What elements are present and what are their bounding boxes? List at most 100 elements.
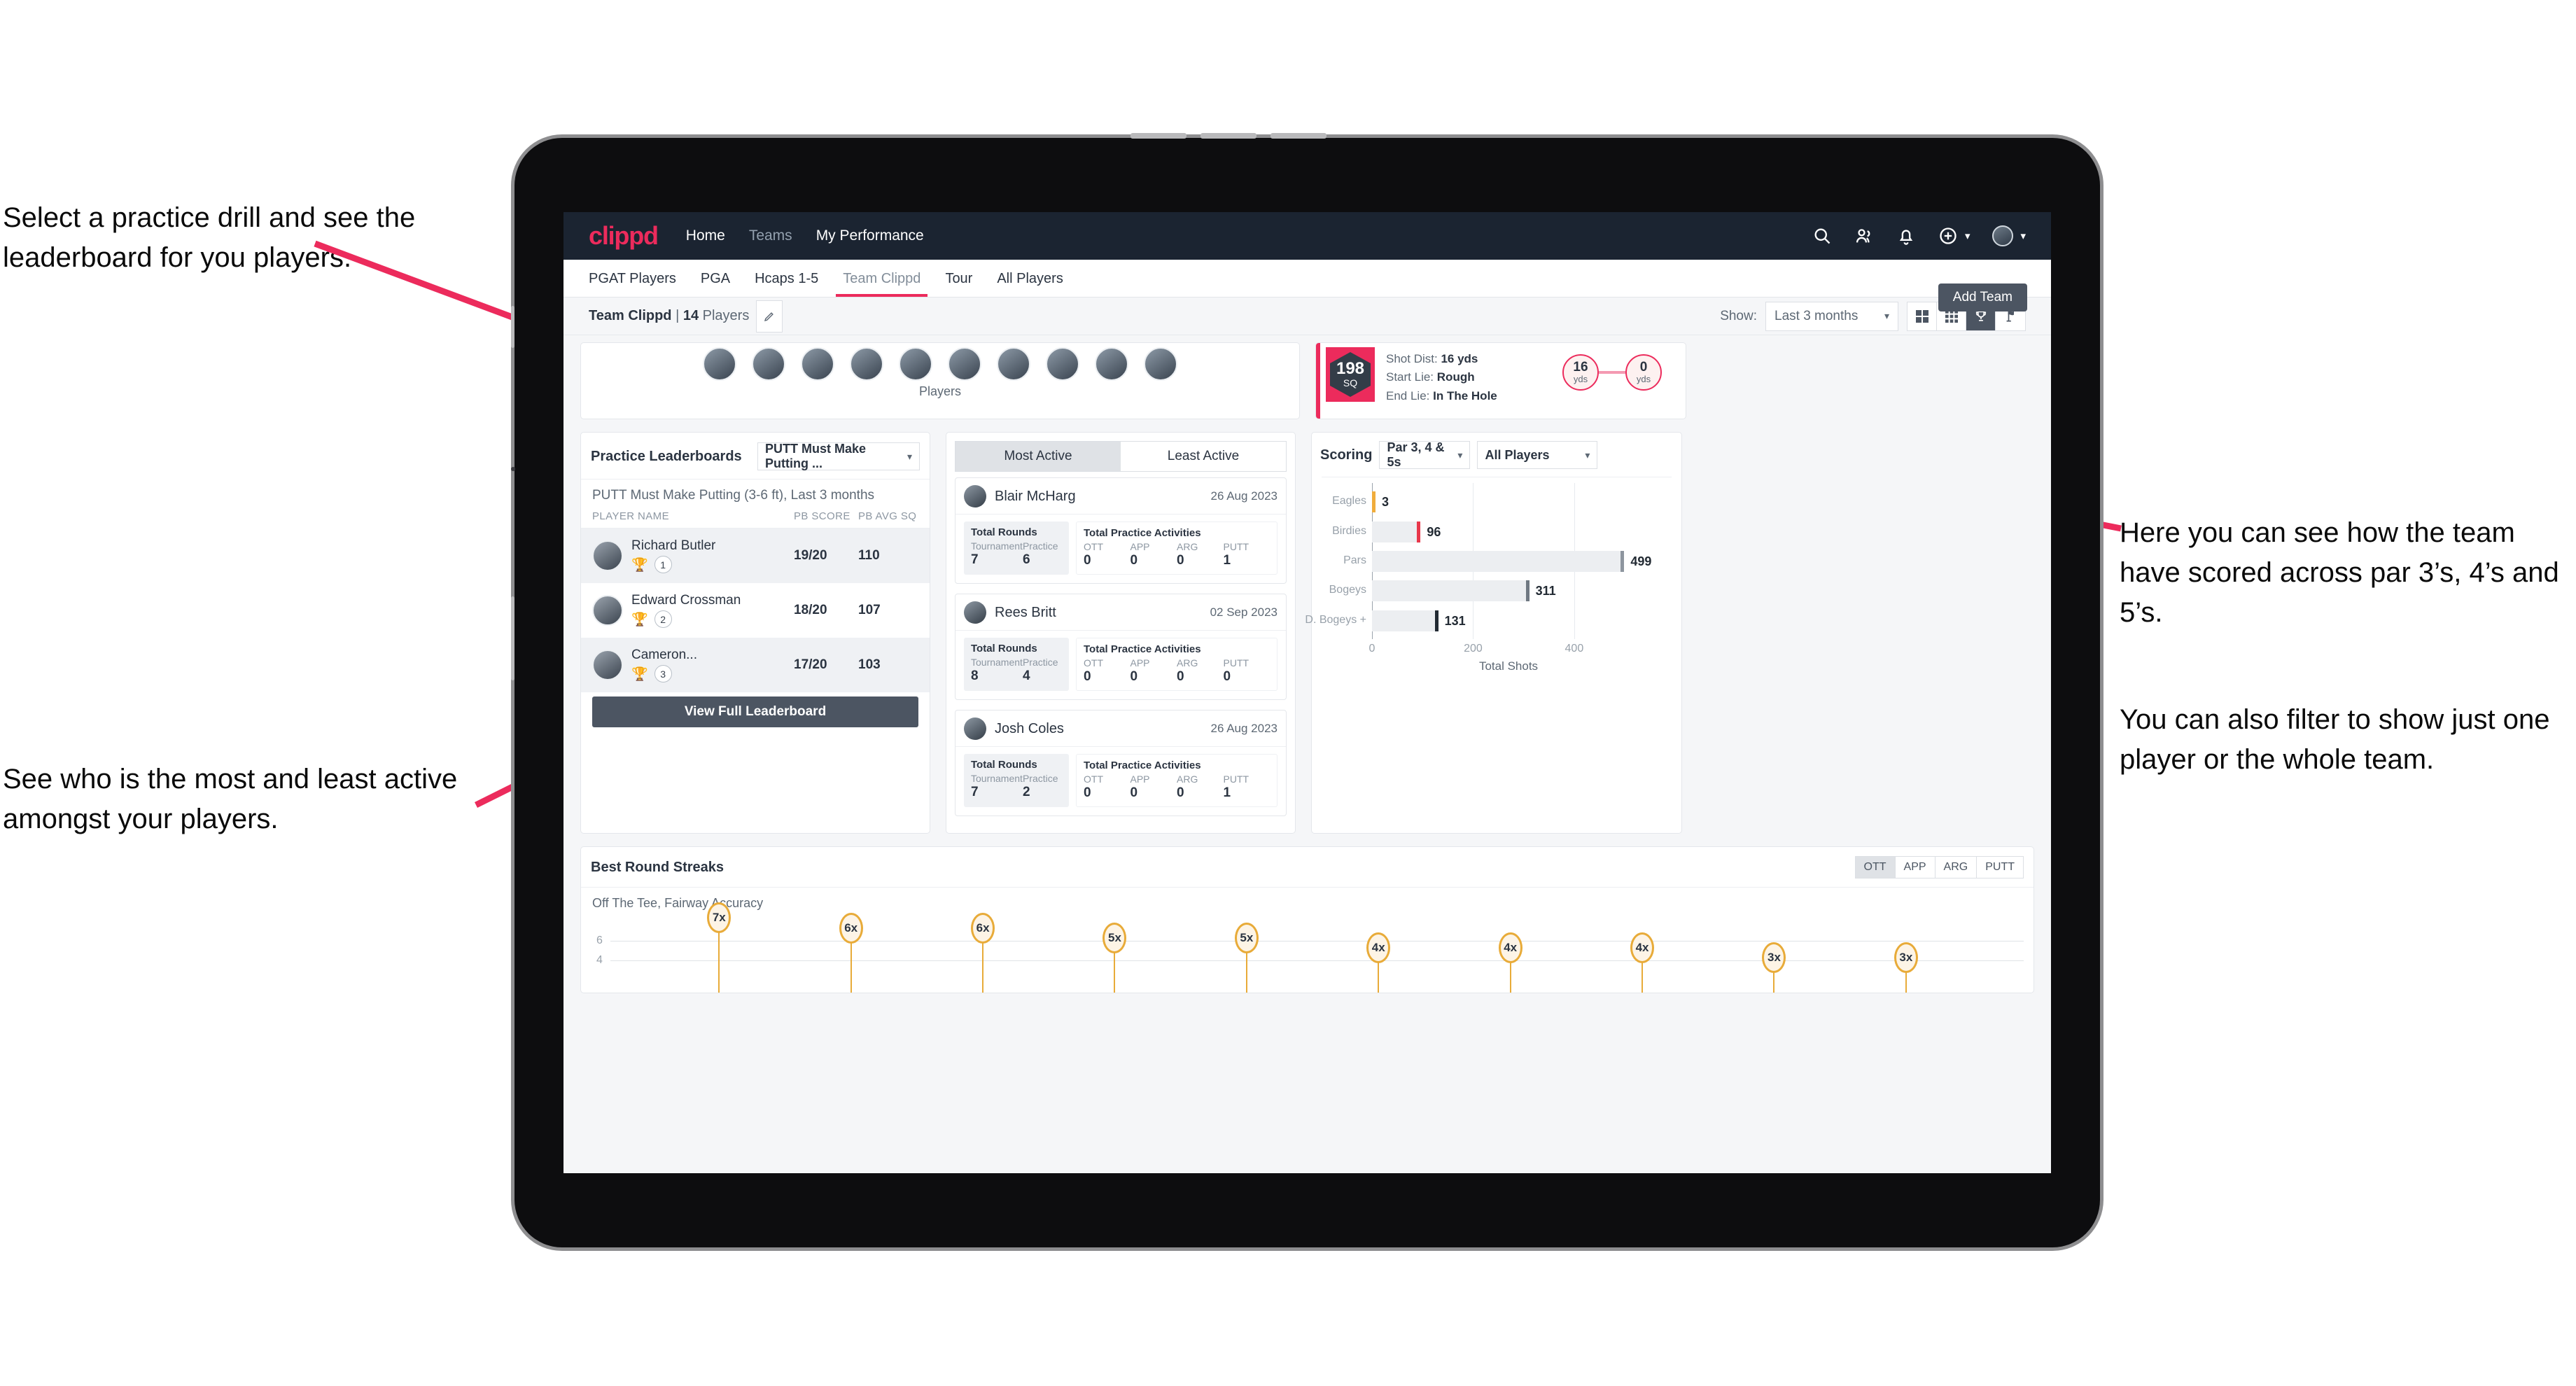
bar-cap	[1417, 521, 1421, 542]
tab-hcaps-1-5[interactable]: Hcaps 1-5	[753, 261, 820, 296]
team-subheader: Team Clippd | 14 Players Show: Last 3 mo…	[564, 298, 2051, 335]
bar-value-label: 96	[1427, 524, 1441, 539]
avatar[interactable]	[1992, 225, 2014, 246]
avatar	[964, 485, 986, 507]
grid-large-icon-button[interactable]	[1907, 302, 1937, 330]
streak-bubble[interactable]: 6x	[839, 912, 863, 944]
tab-most-active[interactable]: Most Active	[955, 442, 1121, 471]
player-header: Josh Coles 26 Aug 2023	[955, 710, 1286, 746]
tab-pgat-players[interactable]: PGAT Players	[587, 261, 678, 296]
device-button-1	[1130, 133, 1186, 139]
start-distance-circle: 16 yds	[1562, 354, 1599, 391]
scoring-bar-chart: 0 200 400 Total Shots Eagles 3 Birdies 96 Pars 49…	[1305, 477, 1672, 673]
scoring-header: Scoring Par 3, 4 & 5s ▾ All Players ▾	[1312, 433, 1681, 477]
edit-team-button[interactable]	[756, 300, 783, 332]
player-name: Rees Britt	[995, 604, 1056, 620]
player-avatar[interactable]	[1095, 347, 1128, 381]
pb-avg-sq-value: 110	[858, 548, 880, 563]
toggle-ott[interactable]: OTT	[1855, 857, 1896, 878]
streak-bubble[interactable]: 7x	[707, 902, 732, 934]
table-row[interactable]: Richard Butler 🏆 1 19/20 110	[581, 528, 930, 583]
list-item[interactable]: Josh Coles 26 Aug 2023 Total Rounds Tour…	[955, 710, 1287, 816]
tab-tour[interactable]: Tour	[944, 261, 974, 296]
avatar	[592, 650, 623, 680]
list-item[interactable]: Rees Britt 02 Sep 2023 Total Rounds Tour…	[955, 594, 1287, 700]
player-name: Cameron...	[631, 648, 697, 662]
annotation-filter: You can also filter to show just one pla…	[2120, 704, 2550, 775]
activity-date: 26 Aug 2023	[1210, 722, 1278, 735]
bar-value-label: 131	[1444, 613, 1466, 628]
plus-chevron-down-icon[interactable]: ▾	[1965, 230, 1970, 242]
player-avatar[interactable]	[1144, 347, 1177, 381]
stem-line	[718, 930, 720, 993]
table-row[interactable]: Edward Crossman 🏆 2 18/20 107	[581, 583, 930, 638]
date-range-select[interactable]: Last 3 months ▾	[1765, 301, 1898, 331]
tab-all-players[interactable]: All Players	[995, 261, 1064, 296]
search-icon[interactable]	[1812, 226, 1832, 246]
x-axis-tick: 0	[1368, 643, 1376, 654]
player-stats: Total Rounds Tournament 8 Practice 4 Total…	[955, 630, 1286, 699]
chevron-down-icon: ▾	[1884, 310, 1889, 321]
view-full-leaderboard-button[interactable]: View Full Leaderboard	[592, 696, 918, 727]
scoring-card: Scoring Par 3, 4 & 5s ▾ All Players ▾ 0 2…	[1305, 432, 1682, 834]
streak-bubble[interactable]: 5x	[1102, 922, 1127, 953]
sq-value: 198	[1336, 359, 1365, 378]
add-team-button[interactable]: Add Team	[1938, 284, 2027, 312]
bar-row: Bogeys 311	[1329, 580, 1556, 602]
total-rounds-title: Total Rounds	[971, 526, 1037, 538]
nav-link-home[interactable]: Home	[686, 227, 725, 244]
practice-title: Total Practice Activities	[1084, 643, 1201, 655]
list-item[interactable]: Blair McHarg 26 Aug 2023 Total Rounds To…	[955, 477, 1287, 584]
avatar	[964, 601, 986, 624]
toggle-app[interactable]: APP	[1895, 857, 1935, 878]
player-avatar[interactable]	[850, 347, 883, 381]
player-avatar[interactable]	[948, 347, 981, 381]
leaderboard-subtitle: PUTT Must Make Putting (3-6 ft), Last 3 …	[581, 479, 930, 510]
nav-link-my-performance[interactable]: My Performance	[816, 227, 924, 244]
end-distance-circle: 0 yds	[1625, 354, 1662, 391]
navbar-icon-group: ▾ ▾	[1812, 225, 2026, 246]
avatar-chevron-down-icon[interactable]: ▾	[2020, 230, 2026, 242]
x-axis-label: Total Shots	[1478, 659, 1539, 673]
players-filter-value: All Players	[1485, 447, 1550, 462]
player-header: Blair McHarg 26 Aug 2023	[955, 478, 1286, 514]
toggle-arg[interactable]: ARG	[1935, 857, 1977, 878]
streak-bubble[interactable]: 4x	[1498, 932, 1522, 963]
player-name: Richard Butler	[631, 538, 716, 553]
people-icon[interactable]	[1854, 226, 1874, 246]
player-avatar[interactable]	[703, 347, 736, 381]
streak-bubble[interactable]: 4x	[1630, 932, 1655, 963]
clippd-logo[interactable]: clippd	[589, 221, 659, 251]
players-filter-select[interactable]: All Players ▾	[1477, 441, 1598, 469]
player-avatar[interactable]	[997, 347, 1030, 381]
player-avatar[interactable]	[801, 347, 834, 381]
tab-least-active[interactable]: Least Active	[1121, 442, 1286, 471]
bar-row: Eagles 3	[1332, 491, 1389, 513]
nav-link-teams[interactable]: Teams	[749, 227, 792, 244]
player-stats: Total Rounds Tournament 7 Practice 6 Total…	[955, 514, 1286, 583]
player-avatar[interactable]	[899, 347, 932, 381]
streak-bubble[interactable]: 3x	[1893, 942, 1918, 974]
toggle-putt[interactable]: PUTT	[1977, 857, 2023, 878]
grid-large-icon	[1915, 309, 1928, 323]
plus-circle-icon[interactable]	[1938, 226, 1958, 246]
par-filter-select[interactable]: Par 3, 4 & 5s ▾	[1379, 440, 1471, 469]
streak-bubble[interactable]: 5x	[1234, 922, 1259, 953]
table-row[interactable]: Cameron... 🏆 3 17/20 103	[581, 638, 930, 692]
tab-team-clippd[interactable]: Team Clippd	[836, 261, 928, 297]
tab-pga[interactable]: PGA	[699, 261, 732, 296]
bell-icon[interactable]	[1896, 226, 1916, 246]
player-avatar[interactable]	[1046, 347, 1079, 381]
x-axis-tick: 200	[1464, 643, 1483, 654]
streak-bubble[interactable]: 3x	[1762, 942, 1786, 974]
streaks-title: Best Round Streaks	[591, 859, 724, 875]
player-avatar[interactable]	[752, 347, 785, 381]
annotation-most-least-active: See who is the most and least active amo…	[3, 764, 458, 834]
streaks-metric-bold: Off The Tee,	[592, 896, 662, 910]
streak-bubble[interactable]: 6x	[971, 912, 995, 944]
activity-date: 02 Sep 2023	[1210, 606, 1278, 619]
start-lie-row: Start Lie: Rough	[1386, 370, 1475, 384]
practice-activities-box: Total Practice Activities OTT 0 APP 0 ARG 0…	[1076, 754, 1278, 807]
streak-bubble[interactable]: 4x	[1366, 932, 1391, 963]
drill-select[interactable]: PUTT Must Make Putting ... ▾	[757, 442, 920, 470]
